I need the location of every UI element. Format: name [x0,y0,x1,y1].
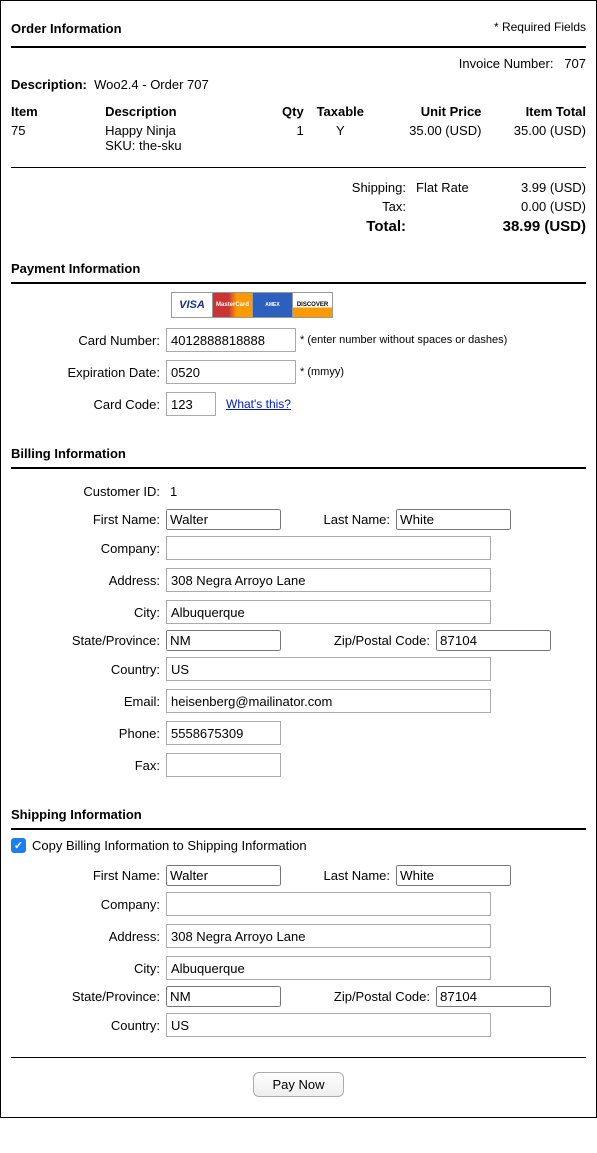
col-itemtotal: Item Total [481,102,586,121]
col-qty: Qty [262,102,304,121]
billing-zip-input[interactable] [436,630,551,651]
mastercard-icon: MasterCard [212,293,252,317]
billing-phone-input[interactable] [166,721,281,745]
cell-item: 75 [11,121,105,155]
shipping-city-label: City: [11,961,166,976]
billing-firstname-input[interactable] [166,509,281,530]
amex-icon: AMEX [252,293,292,317]
shipping-lastname-label: Last Name: [281,868,396,883]
invoice-label: Invoice Number: [459,56,554,71]
shipping-state-label: State/Province: [11,989,166,1004]
copy-billing-checkbox[interactable] [11,838,26,853]
payment-title: Payment Information [11,261,586,276]
card-number-label: Card Number: [11,333,166,348]
billing-email-label: Email: [11,694,166,709]
shipping-state-input[interactable] [166,986,281,1007]
description-value: Woo2.4 - Order 707 [94,77,209,92]
customer-id-value: 1 [166,484,177,499]
order-form: Order Information * Required Fields Invo… [0,0,597,1118]
tax-amount: 0.00 (USD) [496,199,586,214]
cell-unitprice: 35.00 (USD) [377,121,482,155]
shipping-method: Flat Rate [416,180,496,195]
invoice-row: Invoice Number: 707 [11,56,586,71]
shipping-label: Shipping: [286,180,416,195]
billing-email-input[interactable] [166,689,491,713]
shipping-country-label: Country: [11,1018,166,1033]
card-code-label: Card Code: [11,397,166,412]
col-description: Description [105,102,262,121]
billing-phone-label: Phone: [11,726,166,741]
shipping-lastname-input[interactable] [396,865,511,886]
billing-title: Billing Information [11,446,586,461]
table-row: 75 Happy Ninja SKU: the-sku 1 Y 35.00 (U… [11,121,586,155]
card-number-input[interactable] [166,328,296,352]
description-row: Description: Woo2.4 - Order 707 [11,77,586,92]
tax-label: Tax: [286,199,416,214]
billing-fax-label: Fax: [11,758,166,773]
required-fields-note: * Required Fields [494,20,586,34]
items-header-row: Item Description Qty Taxable Unit Price … [11,102,586,121]
cell-desc: Happy Ninja SKU: the-sku [105,121,262,155]
card-code-input[interactable] [166,392,216,416]
visa-icon: VISA [172,293,212,317]
copy-billing-label: Copy Billing Information to Shipping Inf… [32,838,307,853]
billing-address-input[interactable] [166,568,491,592]
card-number-hint: (enter number without spaces or dashes) [307,334,507,346]
billing-lastname-input[interactable] [396,509,511,530]
total-label: Total: [286,218,416,235]
shipping-amount: 3.99 (USD) [496,180,586,195]
shipping-zip-input[interactable] [436,986,551,1007]
billing-country-input[interactable] [166,657,491,681]
items-table: Item Description Qty Taxable Unit Price … [11,102,586,155]
billing-company-input[interactable] [166,536,491,560]
billing-address-label: Address: [11,573,166,588]
cell-qty: 1 [262,121,304,155]
invoice-number: 707 [564,56,586,71]
shipping-address-input[interactable] [166,924,491,948]
billing-firstname-label: First Name: [11,512,166,527]
shipping-firstname-label: First Name: [11,868,166,883]
card-icons: VISA MasterCard AMEX DISCOVER [171,292,333,318]
billing-company-label: Company: [11,541,166,556]
billing-state-input[interactable] [166,630,281,651]
col-unitprice: Unit Price [377,102,482,121]
totals: Shipping: Flat Rate 3.99 (USD) Tax: 0.00… [11,178,586,237]
shipping-zip-label: Zip/Postal Code: [281,989,436,1004]
shipping-country-input[interactable] [166,1013,491,1037]
billing-fax-input[interactable] [166,753,281,777]
shipping-address-label: Address: [11,929,166,944]
exp-input[interactable] [166,360,296,384]
customer-id-label: Customer ID: [11,484,166,499]
billing-city-input[interactable] [166,600,491,624]
description-label: Description: [11,77,87,92]
shipping-city-input[interactable] [166,956,491,980]
shipping-company-input[interactable] [166,892,491,916]
total-amount: 38.99 (USD) [496,218,586,235]
billing-country-label: Country: [11,662,166,677]
shipping-firstname-input[interactable] [166,865,281,886]
cell-taxable: Y [304,121,377,155]
pay-now-button[interactable]: Pay Now [253,1072,343,1097]
col-taxable: Taxable [304,102,377,121]
billing-city-label: City: [11,605,166,620]
whats-this-link[interactable]: What's this? [226,397,291,411]
discover-icon: DISCOVER [292,293,332,317]
order-info-title: Order Information [11,21,122,36]
shipping-company-label: Company: [11,897,166,912]
cell-itemtotal: 35.00 (USD) [481,121,586,155]
col-item: Item [11,102,105,121]
exp-label: Expiration Date: [11,365,166,380]
billing-state-label: State/Province: [11,633,166,648]
billing-zip-label: Zip/Postal Code: [281,633,436,648]
billing-lastname-label: Last Name: [281,512,396,527]
exp-hint: (mmyy) [307,366,344,378]
shipping-title: Shipping Information [11,807,586,822]
